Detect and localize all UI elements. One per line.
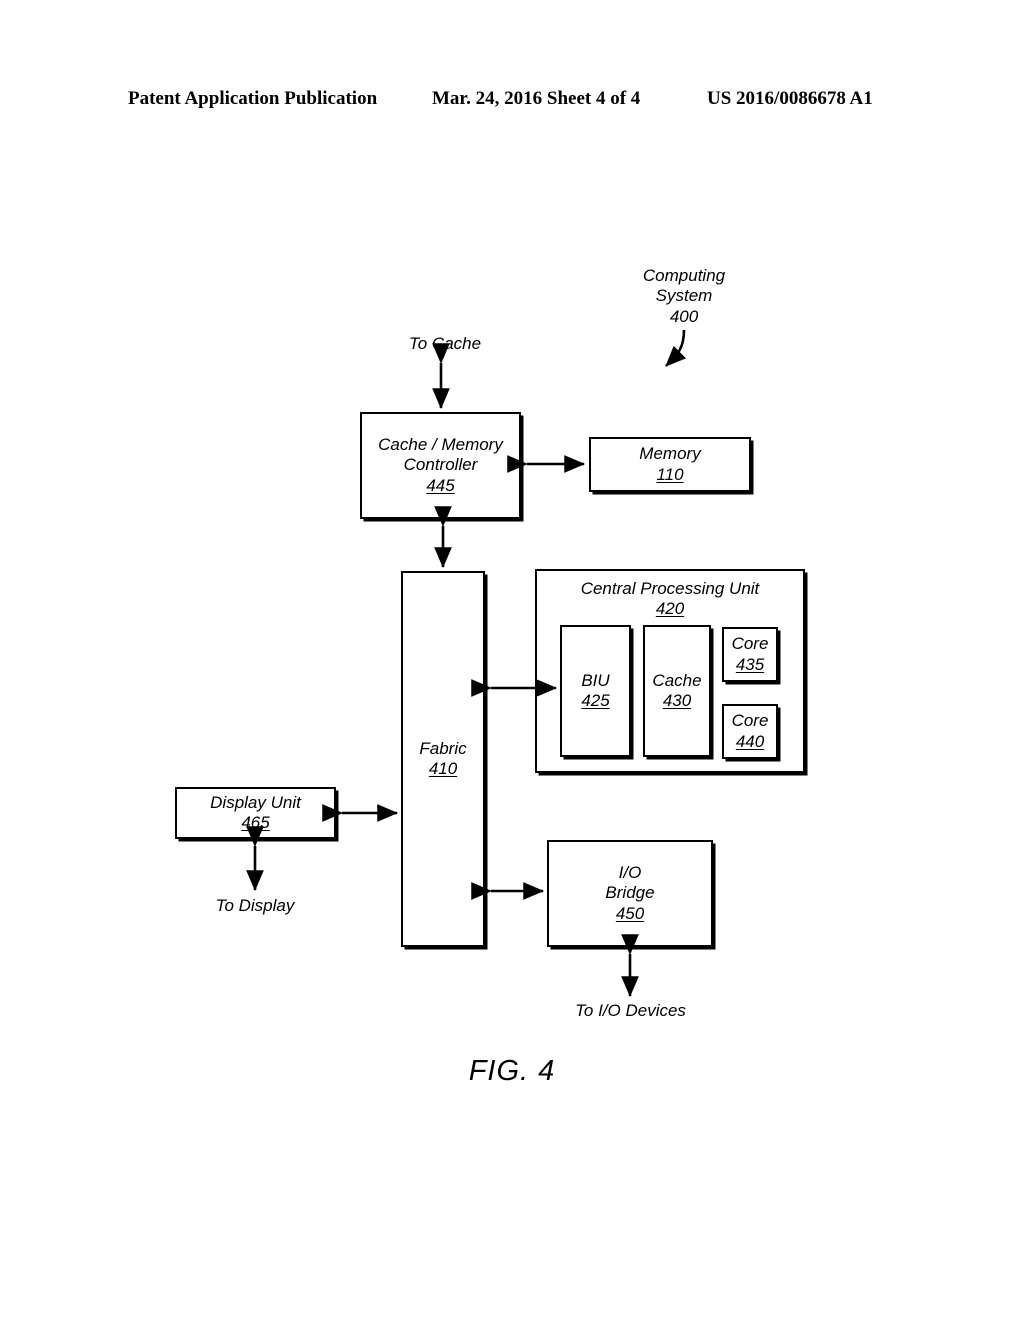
cpu-number: 420 (655, 599, 685, 619)
memory-block[interactable]: Memory 110 (589, 437, 751, 492)
cache-memory-controller-line2: Controller (403, 455, 478, 475)
to-cache-label: To Cache (408, 334, 482, 353)
display-unit-number: 465 (241, 813, 270, 832)
core-440-block[interactable]: Core 440 (722, 704, 778, 759)
display-unit-label: Display Unit (210, 792, 301, 812)
biu-block[interactable]: BIU 425 (560, 625, 631, 757)
cache-memory-controller-number: 445 (426, 475, 455, 495)
computing-system-callout: Computing System 400 (600, 266, 768, 327)
cpu-cache-block[interactable]: Cache 430 (643, 625, 711, 757)
biu-number: 425 (581, 691, 610, 710)
core-435-block[interactable]: Core 435 (722, 627, 778, 682)
cpu-label: Central Processing Unit (580, 579, 760, 598)
computing-system-callout-number: 400 (669, 306, 699, 326)
memory-label: Memory (639, 444, 701, 464)
fabric-label: Fabric (419, 738, 467, 758)
computing-system-callout-line1: Computing (642, 266, 726, 285)
core-435-number: 435 (735, 654, 765, 674)
display-unit-block[interactable]: Display Unit 465 (175, 787, 336, 839)
computing-system-callout-line2: System (655, 286, 713, 306)
to-io-devices-label: To I/O Devices (575, 1001, 686, 1020)
cache-memory-controller-line1: Cache / Memory (378, 435, 503, 455)
callout-curved-arrow (665, 329, 687, 367)
cpu-cache-label: Cache (652, 670, 702, 690)
to-display-label: To Display (215, 896, 295, 915)
core-435-label: Core (731, 634, 769, 654)
header-date-sheet: Mar. 24, 2016 Sheet 4 of 4 (432, 88, 641, 109)
biu-label: BIU (581, 670, 610, 690)
memory-number: 110 (656, 464, 684, 484)
cpu-cache-number: 430 (662, 691, 692, 710)
cache-memory-controller-block[interactable]: Cache / Memory Controller 445 (360, 412, 521, 519)
fabric-block[interactable]: Fabric 410 (401, 571, 485, 947)
header-publication-type: Patent Application Publication (128, 88, 378, 109)
connector-arrows (246, 329, 687, 998)
io-bridge-line2: Bridge (605, 883, 655, 903)
core-440-label: Core (731, 711, 769, 731)
patent-figure-page: Patent Application Publication Mar. 24, … (0, 0, 1024, 1320)
fabric-number: 410 (428, 759, 458, 778)
io-bridge-line1: I/O (618, 863, 642, 883)
io-bridge-block[interactable]: I/O Bridge 450 (547, 840, 713, 947)
core-440-number: 440 (735, 731, 765, 751)
figure-caption: FIG. 4 (468, 1055, 556, 1087)
io-bridge-number: 450 (615, 903, 645, 923)
header-patent-number: US 2016/0086678 A1 (707, 88, 873, 109)
